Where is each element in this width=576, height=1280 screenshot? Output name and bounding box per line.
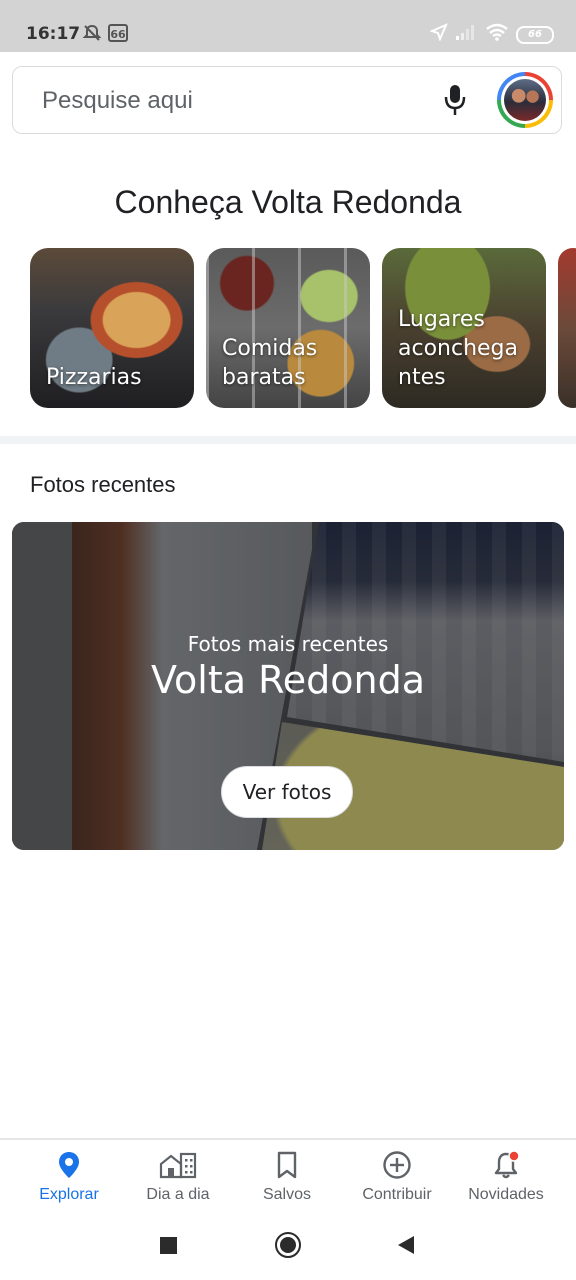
category-label: Comidas baratas <box>222 336 318 390</box>
location-arrow-icon <box>429 23 448 46</box>
avatar-photo <box>504 79 546 121</box>
bell-icon <box>491 1150 521 1180</box>
recent-photos-card[interactable]: Fotos mais recentes Volta Redonda Ver fo… <box>12 522 564 850</box>
nav-item-novidades[interactable]: Novidades <box>451 1140 561 1212</box>
explore-title: Conheça Volta Redonda <box>114 184 462 220</box>
nav-label: Explorar <box>39 1186 99 1203</box>
category-card-pizzarias[interactable]: Pizzarias <box>30 248 194 408</box>
location-pin-icon <box>54 1150 84 1180</box>
wifi-icon <box>485 23 509 46</box>
system-nav-bar <box>0 1210 576 1280</box>
status-time: 16:17 <box>26 24 81 44</box>
category-card-lugares-aconchegantes[interactable]: Lugares aconchega ntes <box>382 248 546 408</box>
nav-label: Novidades <box>468 1186 544 1203</box>
nav-label: Contribuir <box>362 1186 432 1203</box>
recent-photos-title: Fotos recentes <box>30 472 176 497</box>
photos-subtitle: Fotos mais recentes <box>187 632 389 656</box>
recent-apps-button[interactable] <box>160 1237 177 1254</box>
search-input[interactable]: Pesquise aqui <box>42 87 193 115</box>
back-button[interactable] <box>397 1235 415 1260</box>
status-bar: 16:17 66 66 <box>0 0 576 52</box>
microphone-icon[interactable] <box>443 83 467 122</box>
search-bar[interactable]: Pesquise aqui <box>12 66 562 134</box>
home-button[interactable] <box>275 1232 301 1258</box>
photos-place: Volta Redonda <box>150 658 426 702</box>
category-label: Lugares aconchega ntes <box>398 307 519 390</box>
nav-item-salvos[interactable]: Salvos <box>232 1140 342 1212</box>
category-label: Pizzarias <box>46 365 142 390</box>
nav-label: Dia a dia <box>146 1186 210 1203</box>
category-card-partial[interactable] <box>558 248 576 408</box>
buildings-icon <box>159 1150 197 1180</box>
bottom-nav: Explorar Dia a dia Salvos Contribuir Nov… <box>0 1138 576 1212</box>
bookmark-icon <box>272 1150 302 1180</box>
avatar[interactable] <box>497 72 553 128</box>
add-circle-icon <box>382 1150 412 1180</box>
avatar-ring-inner <box>501 76 549 124</box>
category-card-comidas-baratas[interactable]: Comidas baratas <box>206 248 370 408</box>
nav-item-contribuir[interactable]: Contribuir <box>342 1140 452 1212</box>
notification-badge: 66 <box>108 24 128 42</box>
nav-item-explorar[interactable]: Explorar <box>14 1140 124 1212</box>
nav-label: Salvos <box>262 1186 312 1203</box>
signal-icon <box>455 23 477 46</box>
home-dot <box>280 1237 296 1253</box>
nav-item-dia-a-dia[interactable]: Dia a dia <box>123 1140 233 1212</box>
section-divider <box>0 436 576 444</box>
battery-indicator: 66 <box>516 26 554 44</box>
view-photos-button[interactable]: Ver fotos <box>221 766 353 818</box>
mute-bell-icon <box>82 23 102 48</box>
